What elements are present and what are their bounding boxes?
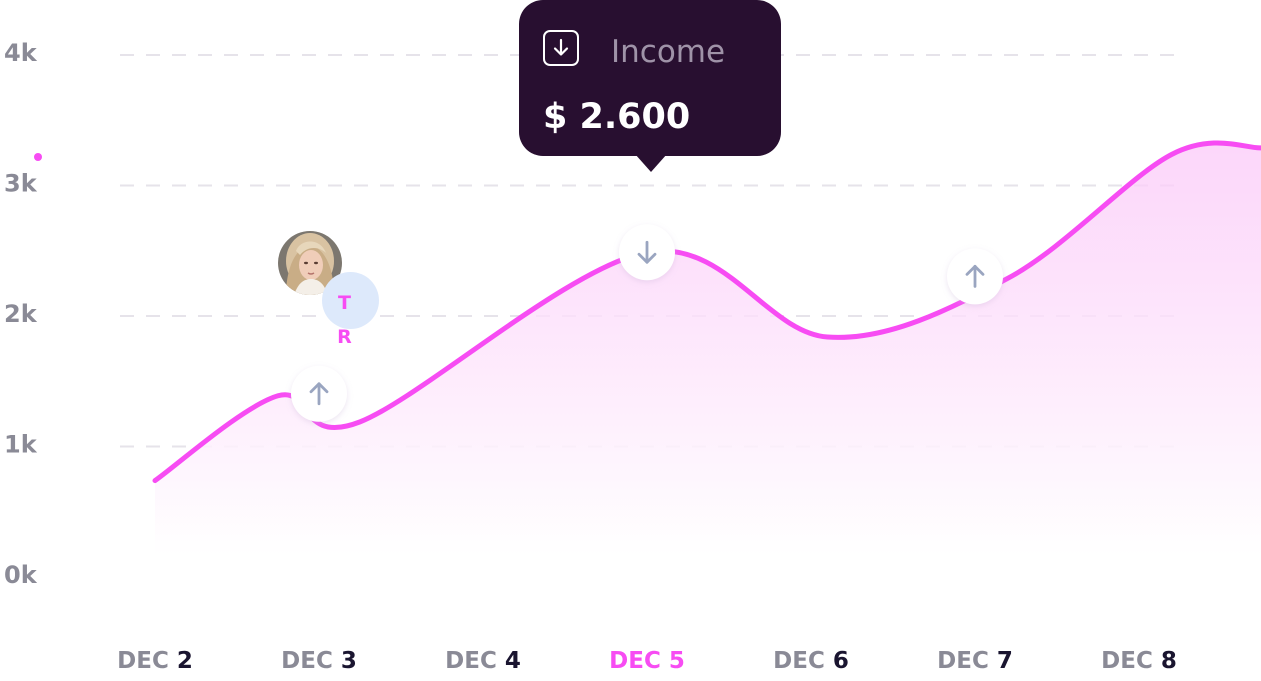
avatar-initial-first: T bbox=[338, 292, 351, 314]
x-tick-day: 8 bbox=[1161, 648, 1177, 674]
income-tooltip: Income $ 2.600 bbox=[519, 0, 781, 156]
tooltip-value: $ 2.600 bbox=[543, 97, 691, 137]
x-tick-day: 2 bbox=[177, 648, 193, 674]
x-tick-month: DEC bbox=[445, 648, 505, 674]
x-axis-ticks: DEC 2 DEC 3 DEC 4 DEC 5 DEC 6 DEC 7 DEC 8 bbox=[117, 648, 1177, 674]
arrow-up-icon[interactable] bbox=[291, 365, 347, 422]
x-tick-day: 5 bbox=[669, 648, 685, 674]
x-tick-label[interactable]: DEC 3 bbox=[281, 648, 357, 674]
x-tick-label[interactable]: DEC 6 bbox=[773, 648, 849, 674]
x-tick-month: DEC bbox=[609, 648, 669, 674]
x-tick-month: DEC bbox=[937, 648, 997, 674]
x-tick-day: 7 bbox=[997, 648, 1013, 674]
side-indicator-dot bbox=[34, 153, 42, 161]
x-tick-label[interactable]: DEC 8 bbox=[1101, 648, 1177, 674]
x-tick-month: DEC bbox=[1101, 648, 1161, 674]
y-tick-label: 1k bbox=[4, 431, 38, 459]
x-tick-label[interactable]: DEC 2 bbox=[117, 648, 193, 674]
user-initials-avatar[interactable]: T R bbox=[322, 272, 379, 348]
x-tick-label[interactable]: DEC 5 bbox=[609, 648, 685, 674]
x-tick-month: DEC bbox=[773, 648, 833, 674]
y-tick-label: 4k bbox=[4, 39, 38, 67]
x-tick-label[interactable]: DEC 4 bbox=[445, 648, 521, 674]
x-tick-day: 6 bbox=[833, 648, 849, 674]
x-tick-day: 4 bbox=[505, 648, 521, 674]
x-tick-day: 3 bbox=[341, 648, 357, 674]
y-tick-label: 3k bbox=[4, 170, 38, 198]
y-tick-label: 0k bbox=[4, 561, 38, 589]
arrow-up-icon[interactable] bbox=[947, 248, 1003, 305]
x-tick-label[interactable]: DEC 7 bbox=[937, 648, 1013, 674]
income-chart-card: 0k 1k 2k 3k 4k DEC 2 DEC 3 DEC 4 DEC 5 DEC 6 DEC … bbox=[0, 0, 1261, 681]
download-icon bbox=[543, 30, 579, 66]
x-tick-month: DEC bbox=[117, 648, 177, 674]
y-tick-label: 2k bbox=[4, 300, 38, 328]
tooltip-pointer bbox=[635, 154, 667, 172]
arrow-down-icon[interactable] bbox=[619, 224, 675, 281]
y-axis-ticks: 0k 1k 2k 3k 4k bbox=[4, 39, 38, 589]
tooltip-label: Income bbox=[611, 34, 726, 70]
income-area bbox=[155, 142, 1261, 555]
avatar-initial-second: R bbox=[337, 326, 352, 348]
x-tick-month: DEC bbox=[281, 648, 341, 674]
